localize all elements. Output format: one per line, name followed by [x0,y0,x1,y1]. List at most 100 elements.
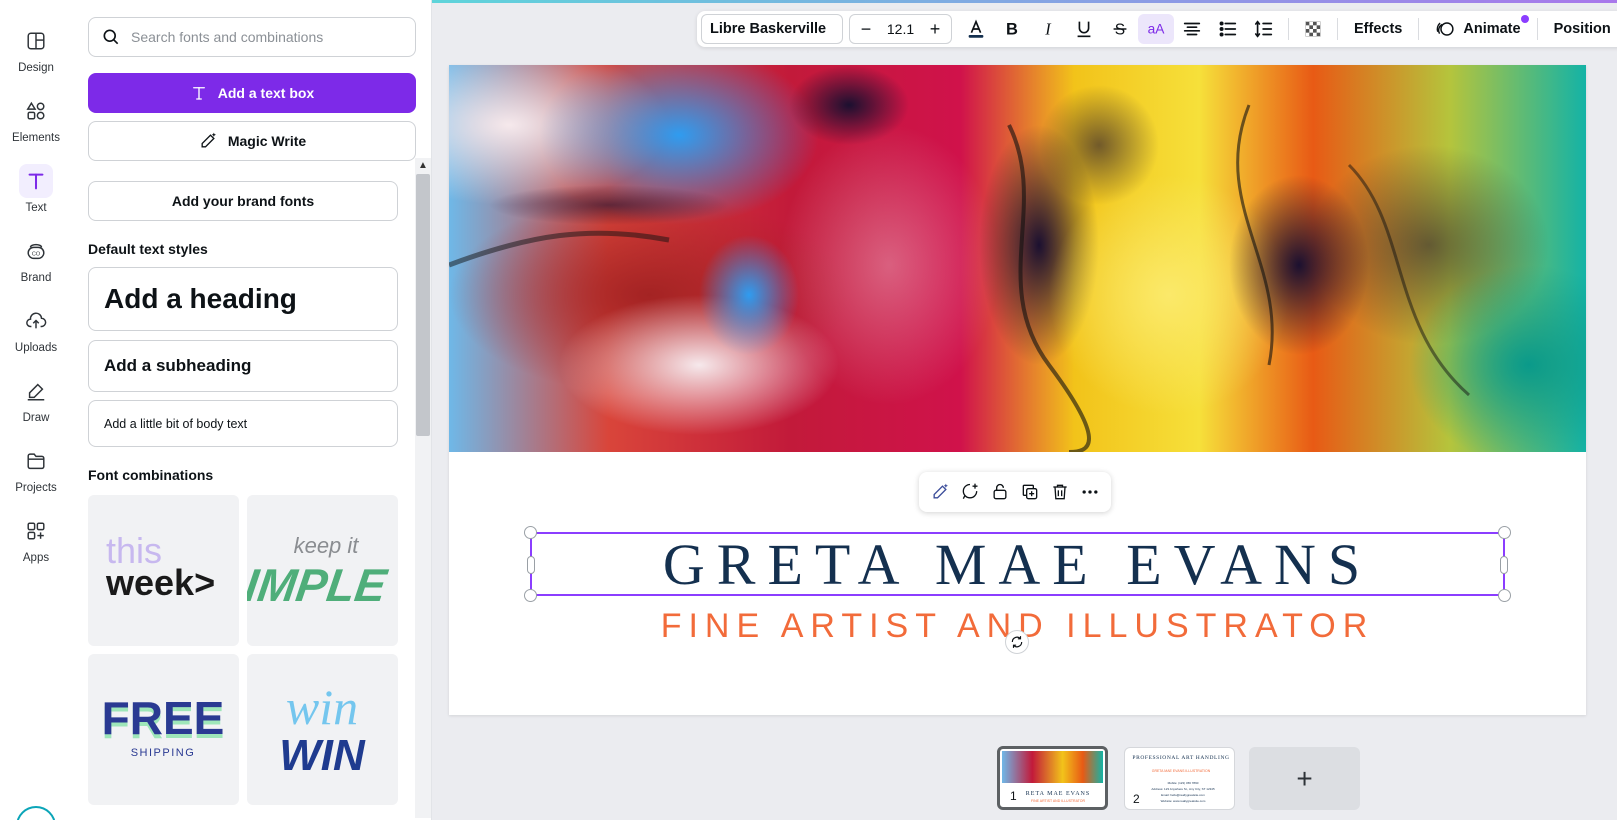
resize-handle-top-left[interactable] [524,526,537,539]
page-number: 1 [1010,789,1017,803]
duplicate-button[interactable] [1017,479,1043,505]
rail-item-projects[interactable]: Projects [0,440,72,504]
rail-item-draw[interactable]: Draw [0,370,72,434]
apps-icon [19,514,53,548]
resize-handle-top-right[interactable] [1498,526,1511,539]
canva-editor: Design Elements Text CO Brand Uploads Dr… [0,0,1617,820]
design-icon [19,24,53,58]
text-color-button[interactable] [958,14,994,44]
rail-item-text[interactable]: Text [0,160,72,224]
transparency-icon [1305,21,1321,37]
rotate-handle[interactable] [1005,630,1029,654]
page-thumbnail-2[interactable]: PROFESSIONAL ART HANDLING GRETA MAE EVAN… [1124,747,1235,810]
bullet-list-icon [1219,21,1237,37]
magic-edit-button[interactable] [927,479,953,505]
add-text-box-button[interactable]: Add a text box [88,73,416,113]
animate-label: Animate [1463,21,1521,37]
font-size-stepper[interactable]: − 12.1 + [849,14,952,44]
rail-label: Apps [22,552,50,564]
bold-button[interactable]: B [994,14,1030,44]
italic-button[interactable]: I [1030,14,1066,44]
combo-line1: keep it [294,533,360,558]
lock-button[interactable] [987,479,1013,505]
rail-item-apps[interactable]: Apps [0,510,72,574]
text-toolbar: Libre Baskerville − 12.1 + B I S aA Effe… [697,11,1617,47]
trash-icon [1053,484,1067,500]
magic-write-button[interactable]: Magic Write [88,121,416,161]
decrease-size-button[interactable]: − [858,19,874,40]
rail-label: Projects [15,482,57,494]
add-brand-fonts-button[interactable]: Add your brand fonts [88,181,398,221]
notification-dot [1520,15,1529,23]
page-thumbnail-1[interactable]: RETA MAE EVANS FINE ARTIST AND ILLUSTRAT… [997,746,1108,810]
thumb-subtitle: FINE ARTIST AND ILLUSTRATOR [1031,799,1085,803]
add-body-text-button[interactable]: Add a little bit of body text [88,400,398,447]
scrollbar-thumb[interactable] [416,174,430,436]
position-button[interactable]: Position [1544,14,1617,44]
add-subheading-button[interactable]: Add a subheading [88,340,398,392]
svg-text:aA: aA [1148,22,1166,37]
svg-text:CO: CO [32,252,41,258]
more-icon [1082,490,1098,494]
rail-label: Text [25,202,47,214]
toolbar-divider [1288,18,1289,40]
delete-button[interactable] [1047,479,1073,505]
add-text-box-label: Add a text box [217,85,315,101]
resize-handle-right[interactable] [1500,556,1508,574]
scroll-up-icon[interactable]: ▲ [415,158,431,172]
rail-item-design[interactable]: Design [0,20,72,84]
rail-item-elements[interactable]: Elements [0,90,72,154]
font-combo-this-week[interactable]: this week> [88,495,239,646]
font-combo-free-shipping[interactable]: FREE FREE SHIPPING [88,654,239,805]
toolbar-divider [1536,18,1538,40]
thumb-title: RETA MAE EVANS [1026,791,1090,797]
underline-button[interactable] [1066,14,1102,44]
help-button[interactable] [16,806,56,820]
search-icon [103,29,119,45]
rail-item-brand[interactable]: CO Brand [0,230,72,294]
add-heading-button[interactable]: Add a heading [88,267,398,331]
letter-case-button[interactable]: aA [1138,14,1174,44]
text-icon [192,87,205,100]
add-page-button[interactable]: + [1249,747,1360,810]
font-search[interactable] [88,17,416,57]
strikethrough-icon: S [1113,22,1127,39]
rail-label: Uploads [14,342,58,354]
transparency-button[interactable] [1295,14,1331,44]
top-progress-line [432,0,1617,3]
align-center-icon [1183,22,1201,36]
align-center-button[interactable] [1174,14,1210,44]
page-number: 2 [1133,792,1140,806]
design-page[interactable]: GRETA MAE EVANS FINE ARTIST AND ILLUSTRA… [449,65,1586,715]
panel-scrollbar[interactable]: ▲ [415,158,431,818]
spacing-button[interactable] [1246,14,1282,44]
effects-button[interactable]: Effects [1344,14,1412,44]
font-size-value[interactable]: 12.1 [887,21,914,37]
increase-size-button[interactable]: + [927,19,943,40]
resize-handle-bottom-right[interactable] [1498,589,1511,602]
font-family-dropdown[interactable]: Libre Baskerville [701,14,843,44]
thumb-subtitle: GRETA MAE EVANS ILLUSTRATION [1152,769,1211,773]
font-combo-win-win[interactable]: win WIN [247,654,398,805]
search-input[interactable] [131,29,401,45]
elements-icon [19,94,53,128]
more-options-button[interactable] [1077,479,1103,505]
resize-handle-left[interactable] [527,556,535,574]
effects-label: Effects [1354,21,1403,37]
lock-icon [993,483,1007,500]
strikethrough-button[interactable]: S [1102,14,1138,44]
element-context-menu [919,472,1111,512]
comment-button[interactable] [957,479,983,505]
rail-label: Design [18,62,54,74]
animate-button[interactable]: Animate [1425,14,1530,44]
combo-line2: week> [105,562,215,603]
svg-text:S: S [1115,22,1125,39]
uploads-icon [19,304,53,338]
font-combo-keep-it-simple[interactable]: keep it SIMPLE [247,495,398,646]
fluid-art-image[interactable] [449,65,1586,452]
rail-item-uploads[interactable]: Uploads [0,300,72,364]
text-color-icon [968,19,984,38]
list-button[interactable] [1210,14,1246,44]
comment-add-icon [962,483,978,499]
resize-handle-bottom-left[interactable] [524,589,537,602]
